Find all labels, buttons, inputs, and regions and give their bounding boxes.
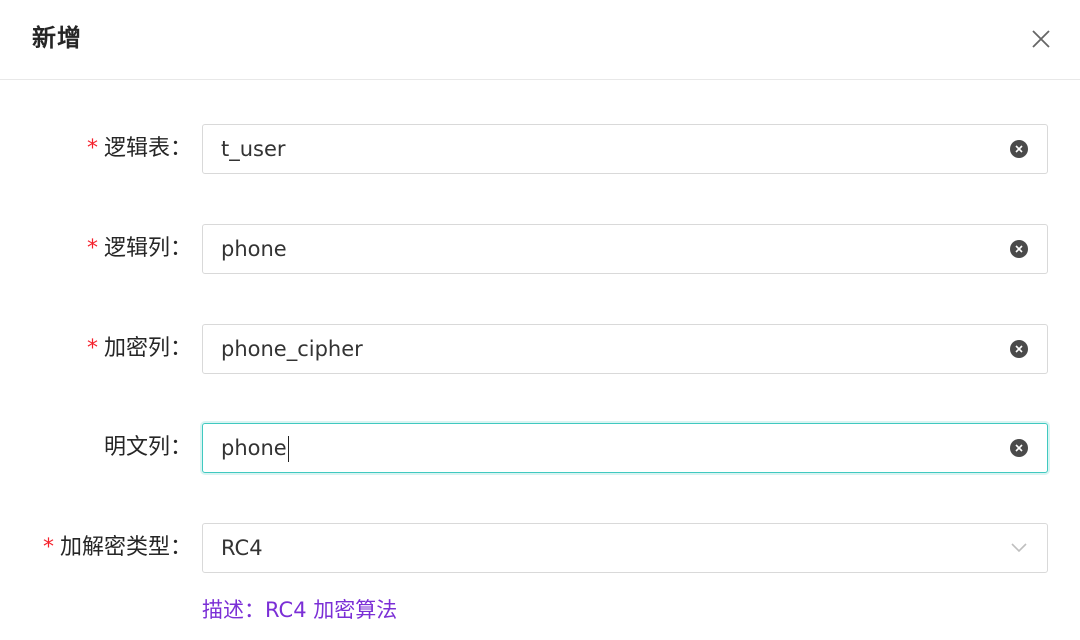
required-mark: *: [86, 136, 98, 161]
encrypt-type-selected-value: RC4: [221, 536, 263, 560]
dialog-title: 新增: [32, 24, 82, 52]
close-icon: [1032, 30, 1050, 48]
form-row-logic-table: * 逻辑表：: [0, 124, 1080, 174]
plain-column-label: 明文列：: [103, 435, 192, 460]
form-row-cipher-column: * 加密列：: [0, 324, 1080, 374]
encrypt-type-label: * 加解密类型：: [42, 535, 192, 560]
form-row-encrypt-type: * 加解密类型： RC4: [0, 523, 1080, 573]
required-mark: *: [86, 336, 98, 361]
plain-column-input-box: phone: [202, 423, 1048, 473]
logic-table-label: * 逻辑表：: [86, 136, 192, 161]
close-button[interactable]: [1024, 22, 1058, 56]
chevron-down-icon: [1011, 543, 1027, 553]
form-row-logic-column: * 逻辑列：: [0, 224, 1080, 274]
required-mark: *: [86, 236, 98, 261]
encrypt-type-description: 描述：RC4 加密算法: [202, 598, 398, 622]
plain-column-input[interactable]: phone: [221, 424, 981, 472]
logic-column-label: * 逻辑列：: [86, 236, 192, 261]
text-caret: [287, 436, 289, 462]
encrypt-type-select[interactable]: RC4: [202, 523, 1048, 573]
clear-circle-icon[interactable]: [1010, 439, 1028, 457]
logic-column-input-box: [202, 224, 1048, 274]
clear-circle-icon[interactable]: [1010, 140, 1028, 158]
cipher-column-label: * 加密列：: [86, 336, 192, 361]
clear-circle-icon[interactable]: [1010, 340, 1028, 358]
required-mark: *: [42, 535, 54, 560]
form-row-plain-column: 明文列： phone: [0, 423, 1080, 473]
add-dialog: 新增 *逻辑表： *逻辑列：: [0, 0, 1080, 640]
dialog-header: 新增: [0, 0, 1080, 80]
cipher-column-input-box: [202, 324, 1048, 374]
logic-table-input-box: [202, 124, 1048, 174]
logic-column-input[interactable]: [221, 225, 981, 273]
logic-table-input[interactable]: [221, 125, 981, 173]
cipher-column-input[interactable]: [221, 325, 981, 373]
clear-circle-icon[interactable]: [1010, 240, 1028, 258]
